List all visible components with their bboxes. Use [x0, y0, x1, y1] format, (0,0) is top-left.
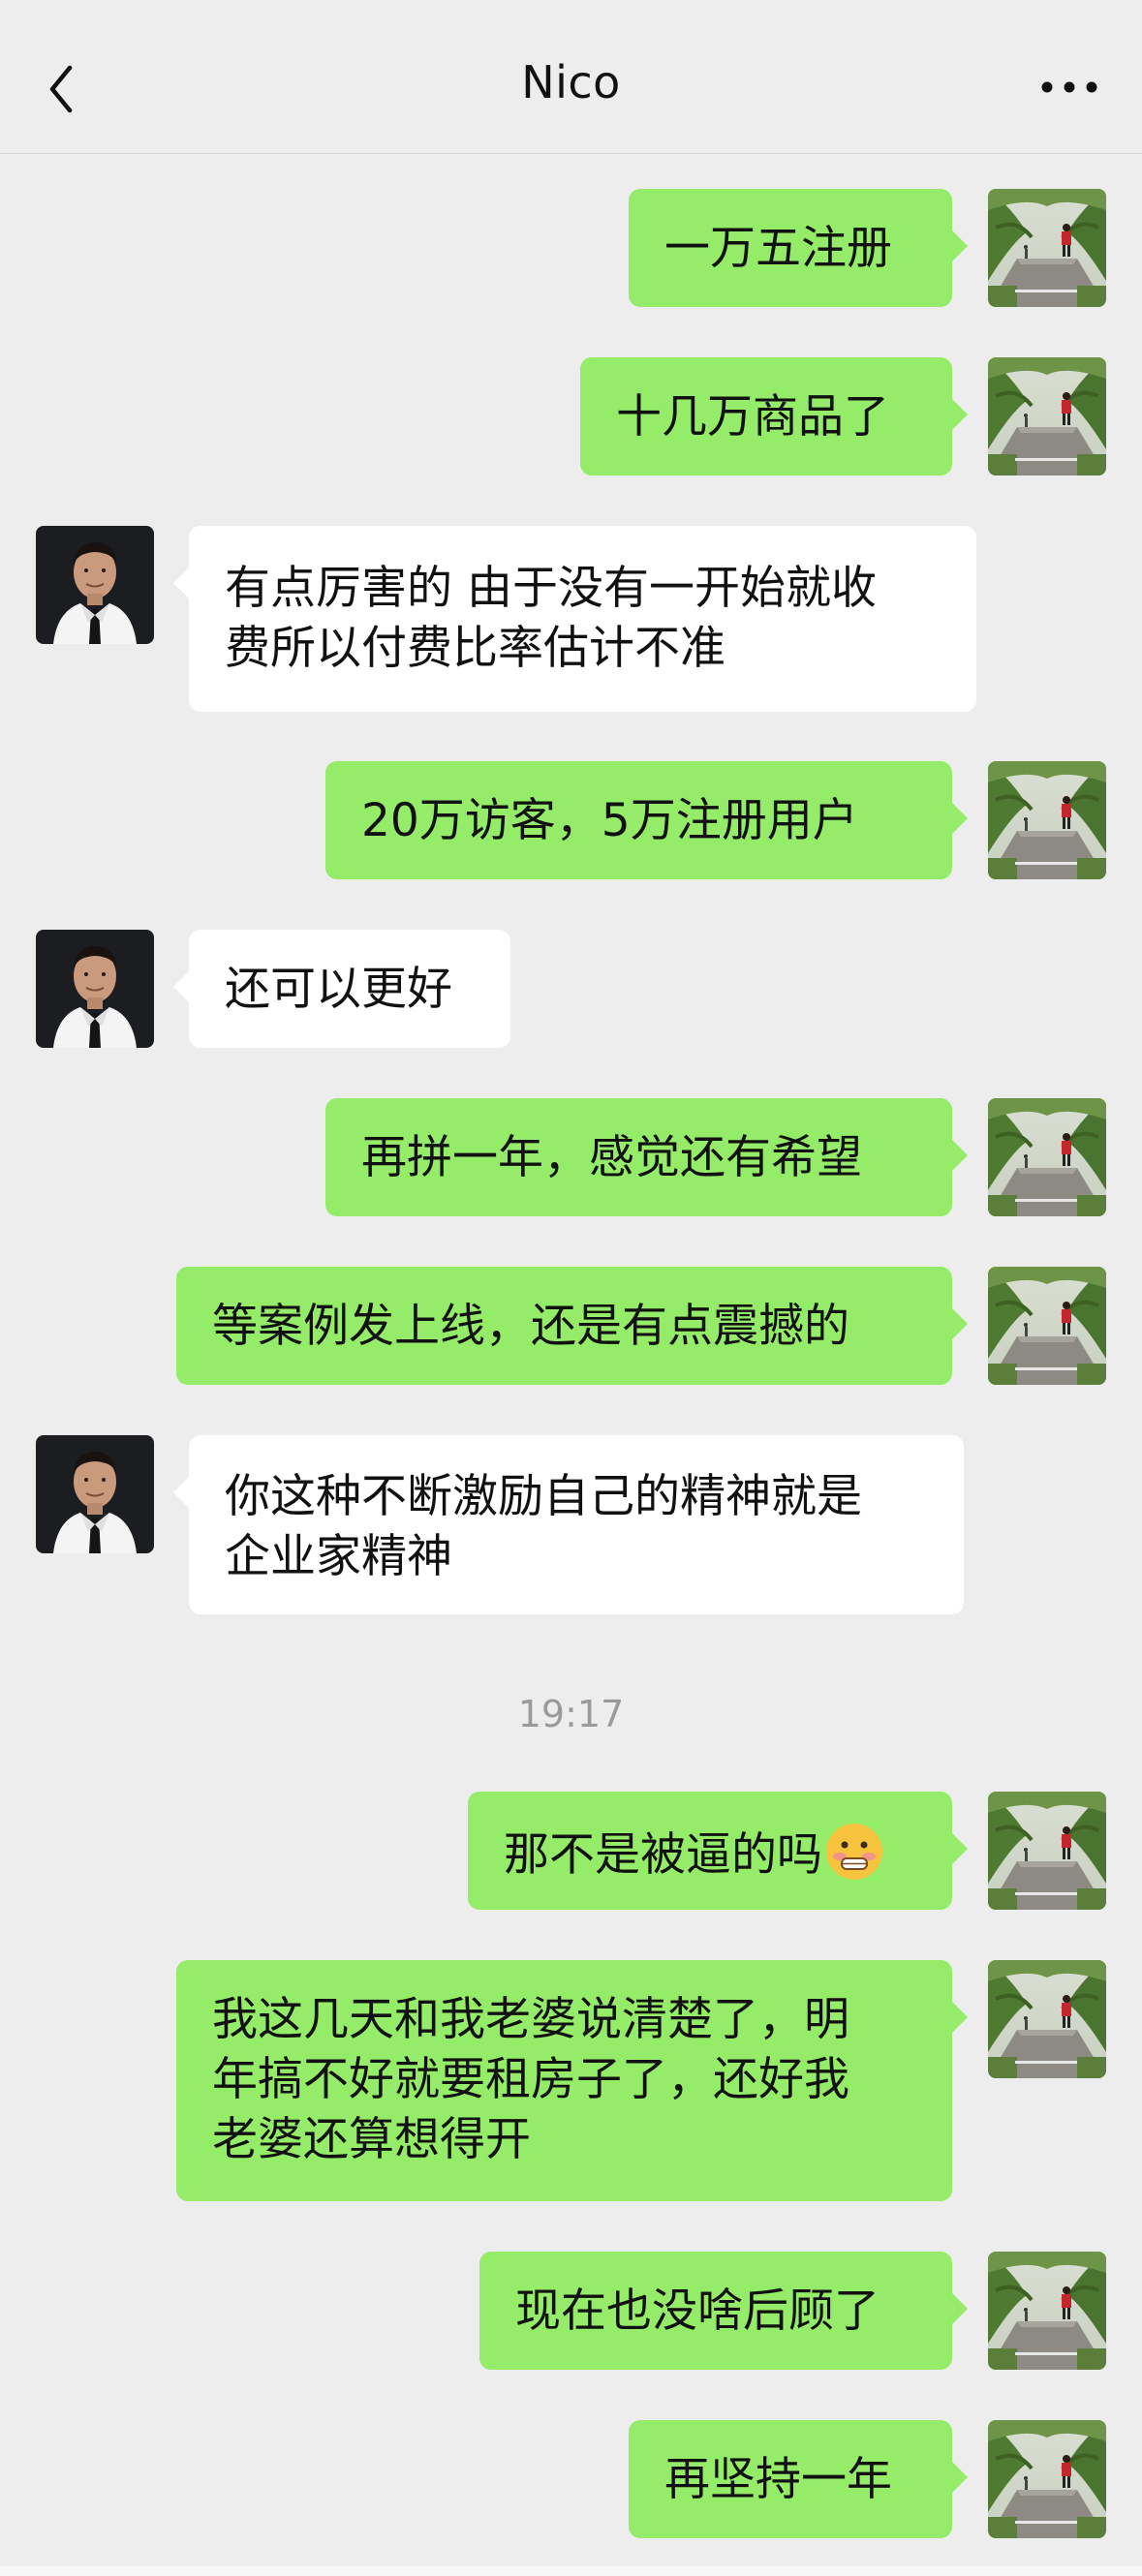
message-text-line: 我这几天和我老婆说清楚了，明	[212, 1993, 849, 2046]
my-avatar[interactable]	[988, 189, 1106, 307]
more-dots-icon[interactable]	[1035, 68, 1103, 107]
message-timestamp: 19:17	[517, 1693, 625, 1735]
message-text: 一万五注册	[664, 222, 892, 275]
message-text: 再拼一年，感觉还有希望	[361, 1131, 862, 1184]
input-bar-edge	[0, 2566, 1142, 2576]
message-bubble-sent[interactable]: 再坚持一年	[629, 2420, 968, 2538]
message-bubble-sent[interactable]: 那不是被逼的吗	[468, 1792, 968, 1910]
my-avatar[interactable]	[988, 1792, 1106, 1910]
my-avatar[interactable]	[988, 1098, 1106, 1216]
grimacing-blush-emoji-icon	[826, 1824, 882, 1880]
contact-avatar[interactable]	[36, 526, 154, 644]
message-text: 20万访客，5万注册用户	[361, 794, 858, 847]
message-text: 那不是被逼的吗	[504, 1828, 822, 1882]
message-text: 等案例发上线，还是有点震撼的	[212, 1300, 849, 1353]
message-bubble-received[interactable]: 还可以更好	[173, 930, 510, 1048]
chat-header: Nico	[0, 0, 1142, 154]
message-text-line: 企业家精神	[225, 1530, 452, 1583]
message-text-line: 费所以付费比率估计不准	[225, 622, 725, 675]
message-text: 现在也没啥后顾了	[515, 2285, 880, 2338]
message-text: 再坚持一年	[664, 2453, 892, 2506]
message-bubble-sent[interactable]: 再拼一年，感觉还有希望	[325, 1098, 968, 1216]
message-text: 还可以更好	[225, 963, 452, 1016]
message-bubble-sent[interactable]: 等案例发上线，还是有点震撼的	[176, 1267, 968, 1385]
message-text-line: 老婆还算想得开	[212, 2113, 531, 2166]
message-text-line: 年搞不好就要租房子了，还好我	[212, 2053, 849, 2106]
my-avatar[interactable]	[988, 761, 1106, 879]
contact-avatar[interactable]	[36, 1435, 154, 1553]
my-avatar[interactable]	[988, 2420, 1106, 2538]
my-avatar[interactable]	[988, 1267, 1106, 1385]
message-bubble-sent[interactable]: 我这几天和我老婆说清楚了，明 年搞不好就要租房子了，还好我 老婆还算想得开	[176, 1960, 968, 2201]
message-text-line: 有点厉害的 由于没有一开始就收	[225, 562, 877, 615]
chat-title: Nico	[521, 56, 621, 108]
message-bubble-sent[interactable]: 十几万商品了	[580, 357, 968, 475]
message-bubble-received[interactable]: 有点厉害的 由于没有一开始就收 费所以付费比率估计不准	[173, 526, 976, 712]
message-bubble-received[interactable]: 你这种不断激励自己的精神就是 企业家精神	[173, 1435, 964, 1614]
message-bubble-sent[interactable]: 一万五注册	[629, 189, 968, 307]
my-avatar[interactable]	[988, 357, 1106, 475]
my-avatar[interactable]	[988, 1960, 1106, 2078]
contact-avatar[interactable]	[36, 930, 154, 1048]
message-text: 十几万商品了	[616, 390, 889, 444]
my-avatar[interactable]	[988, 2252, 1106, 2370]
message-bubble-sent[interactable]: 20万访客，5万注册用户	[325, 761, 968, 879]
message-text-line: 你这种不断激励自己的精神就是	[225, 1470, 862, 1523]
message-bubble-sent[interactable]: 现在也没啥后顾了	[479, 2252, 968, 2370]
